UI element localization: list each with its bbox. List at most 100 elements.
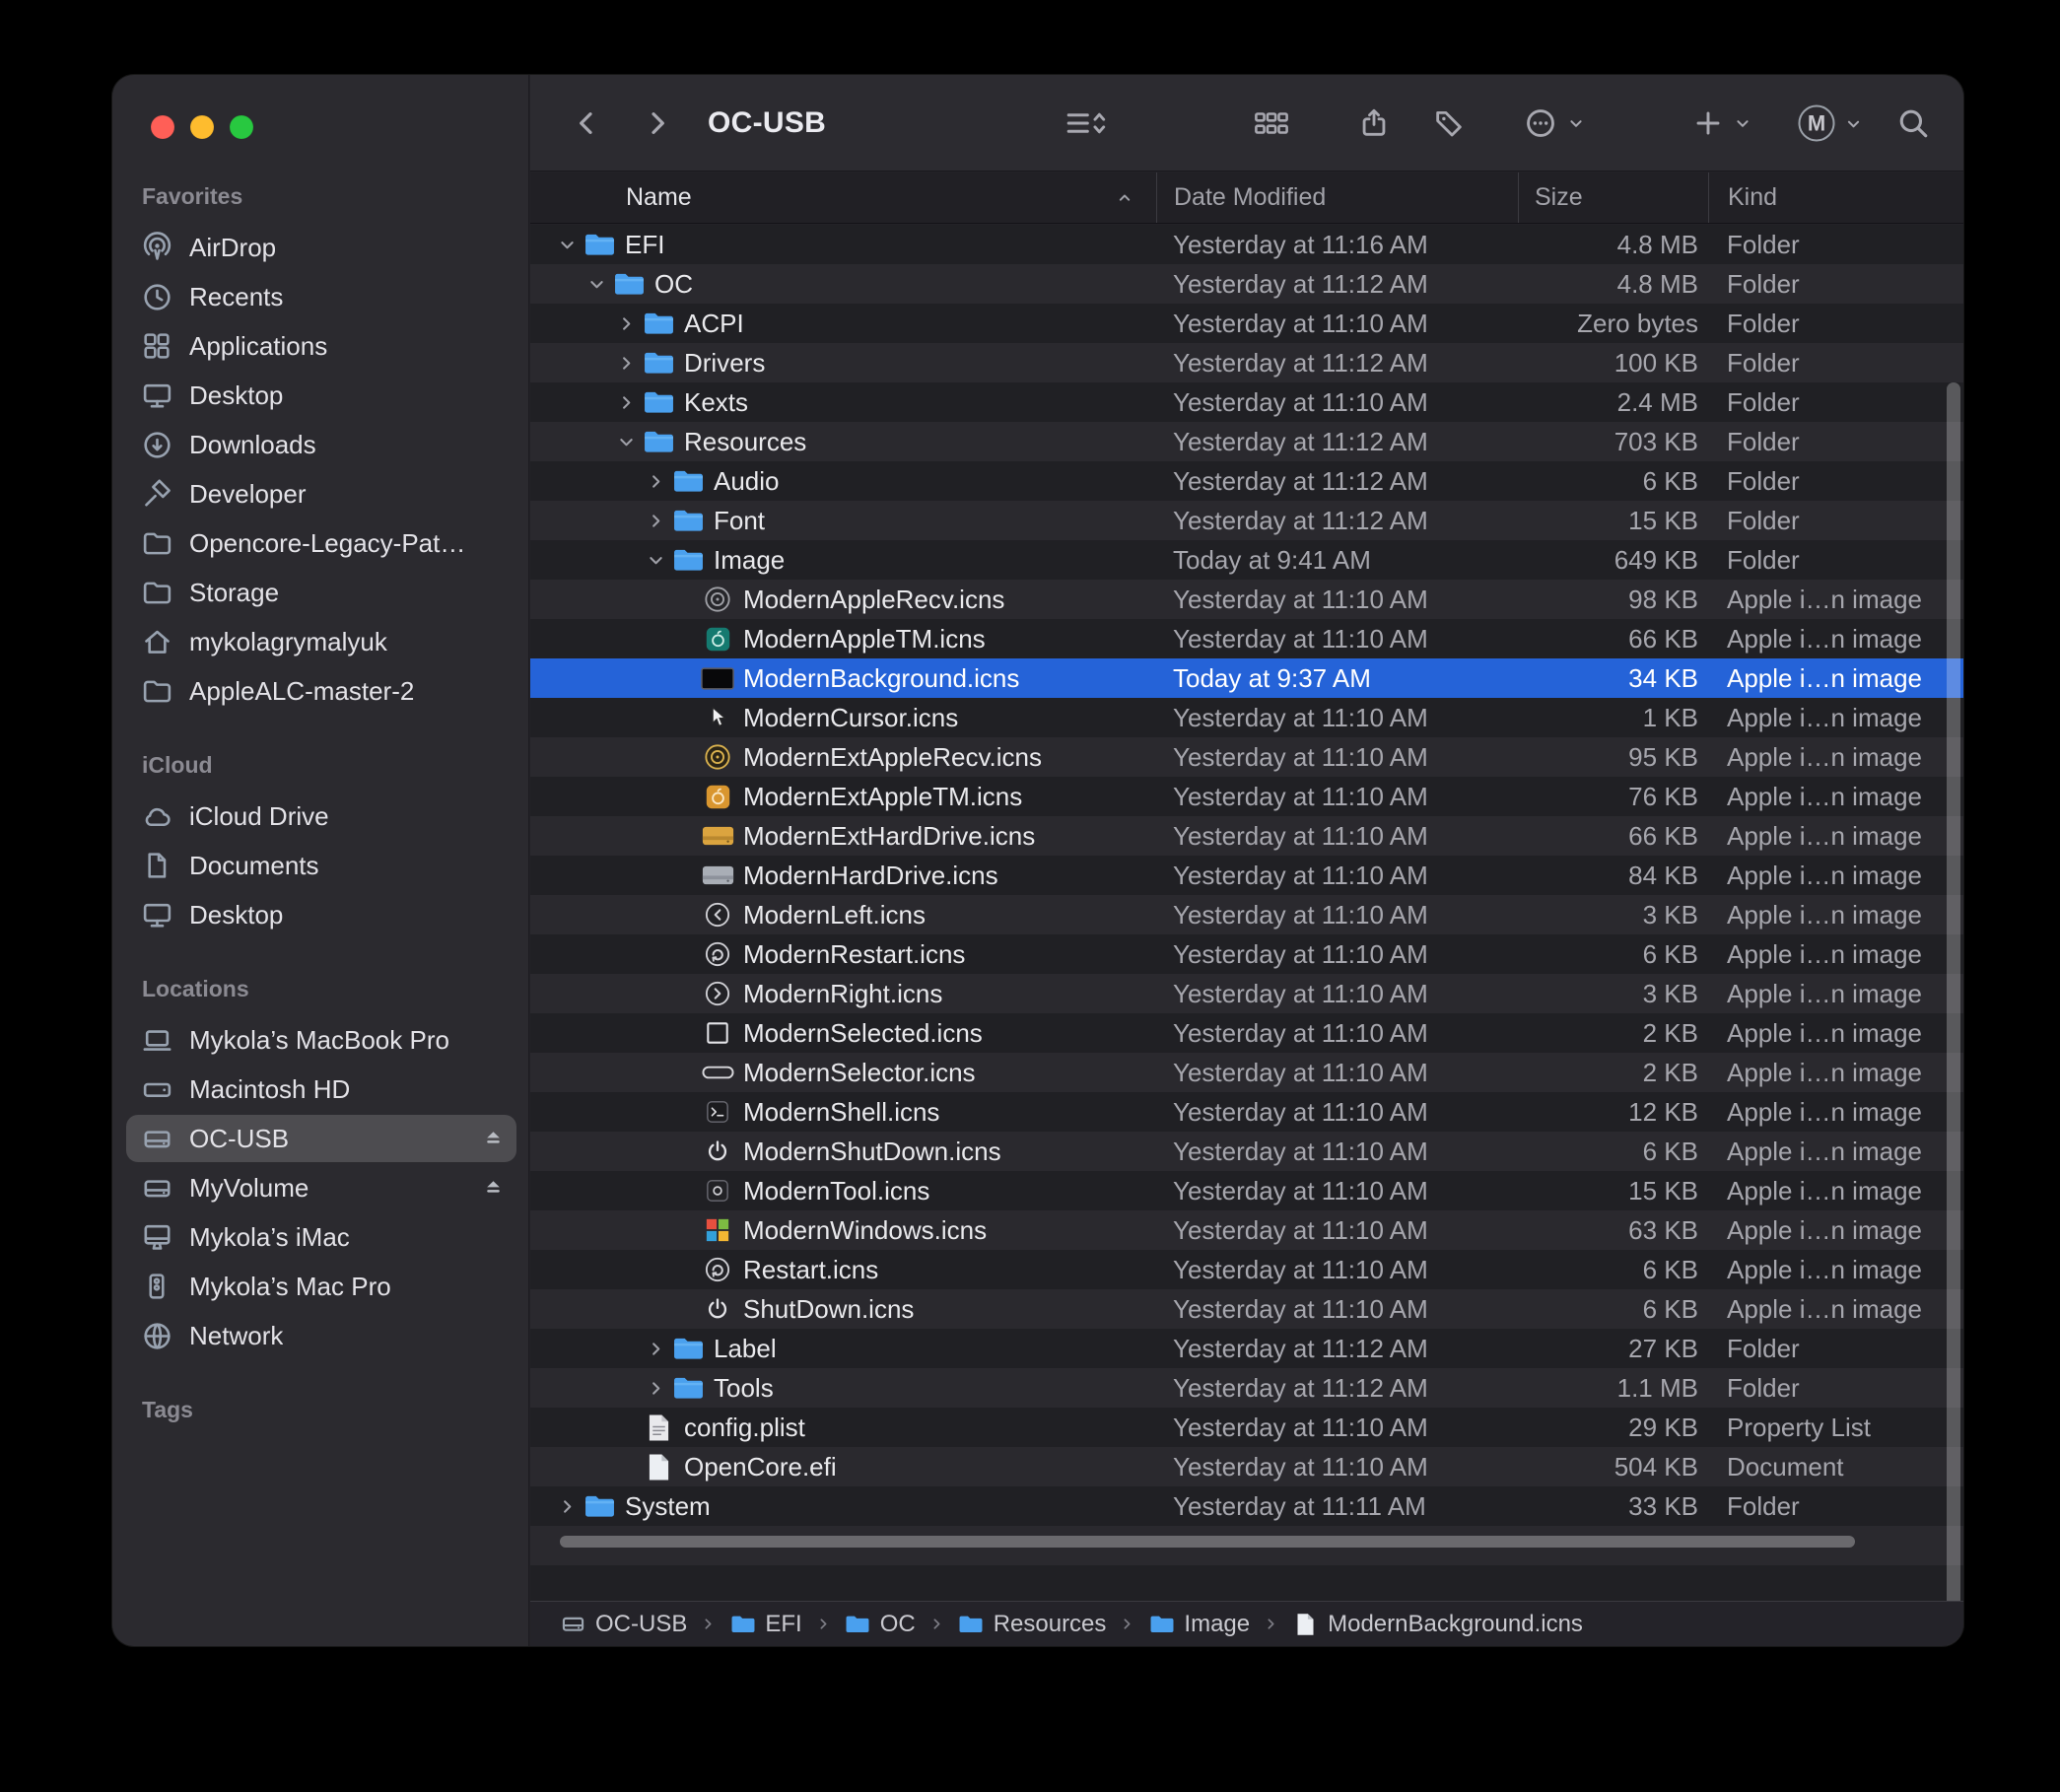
- table-row[interactable]: SystemYesterday at 11:11 AM33 KBFolder: [530, 1486, 1963, 1526]
- forward-button[interactable]: [642, 107, 673, 139]
- table-row[interactable]: ModernExtAppleRecv.icnsYesterday at 11:1…: [530, 737, 1963, 777]
- table-row[interactable]: ModernRight.icnsYesterday at 11:10 AM3 K…: [530, 974, 1963, 1013]
- sidebar-item-mykolagrymalyuk[interactable]: mykolagrymalyuk: [126, 618, 516, 665]
- disclosure-chevron-icon[interactable]: [554, 1497, 580, 1516]
- table-row[interactable]: ModernExtAppleTM.icnsYesterday at 11:10 …: [530, 777, 1963, 816]
- sidebar-item-opencore-legacy-pat[interactable]: Opencore-Legacy-Pat…: [126, 519, 516, 567]
- table-row[interactable]: DriversYesterday at 11:12 AM100 KBFolder: [530, 343, 1963, 382]
- table-row[interactable]: ModernAppleTM.icnsYesterday at 11:10 AM6…: [530, 619, 1963, 658]
- network-icon: [140, 1319, 173, 1352]
- table-row[interactable]: ModernRestart.icnsYesterday at 11:10 AM6…: [530, 934, 1963, 974]
- disclosure-chevron-icon[interactable]: [643, 472, 668, 491]
- table-row[interactable]: AudioYesterday at 11:12 AM6 KBFolder: [530, 461, 1963, 501]
- column-header-kind[interactable]: Kind: [1708, 172, 1963, 223]
- zoom-button[interactable]: [230, 115, 253, 139]
- account-button[interactable]: M: [1799, 105, 1865, 142]
- table-row[interactable]: ModernBackground.icnsToday at 9:37 AM34 …: [530, 658, 1963, 698]
- sidebar-item-storage[interactable]: Storage: [126, 569, 516, 616]
- add-button[interactable]: [1692, 107, 1753, 139]
- table-row[interactable]: OCYesterday at 11:12 AM4.8 MBFolder: [530, 264, 1963, 304]
- group-by-button[interactable]: [1253, 107, 1290, 140]
- eject-icon[interactable]: [480, 1175, 507, 1202]
- disclosure-chevron-icon[interactable]: [554, 236, 580, 254]
- table-row[interactable]: ToolsYesterday at 11:12 AM1.1 MBFolder: [530, 1368, 1963, 1408]
- disclosure-chevron-icon[interactable]: [643, 1379, 668, 1398]
- disclosure-chevron-icon[interactable]: [613, 354, 639, 373]
- sidebar-item-documents[interactable]: Documents: [126, 842, 516, 889]
- vertical-scrollbar[interactable]: [1947, 382, 1960, 1646]
- table-row[interactable]: ModernSelected.icnsYesterday at 11:10 AM…: [530, 1013, 1963, 1053]
- sidebar-item-airdrop[interactable]: AirDrop: [126, 224, 516, 271]
- sidebar-item-mykola-s-macbook-pro[interactable]: Mykola’s MacBook Pro: [126, 1016, 516, 1064]
- sidebar-item-mykola-s-imac[interactable]: Mykola’s iMac: [126, 1213, 516, 1261]
- sidebar-section: Tags: [126, 1361, 516, 1435]
- breadcrumb-item[interactable]: Resources: [958, 1611, 1107, 1638]
- table-row[interactable]: ImageToday at 9:41 AM649 KBFolder: [530, 540, 1963, 580]
- table-row[interactable]: ShutDown.icnsYesterday at 11:10 AM6 KBAp…: [530, 1289, 1963, 1329]
- disclosure-chevron-icon[interactable]: [613, 433, 639, 451]
- close-button[interactable]: [151, 115, 174, 139]
- disclosure-chevron-icon[interactable]: [613, 314, 639, 333]
- clock-icon: [140, 280, 173, 313]
- table-row[interactable]: ModernHardDrive.icnsYesterday at 11:10 A…: [530, 856, 1963, 895]
- eject-icon[interactable]: [480, 1126, 507, 1152]
- table-row[interactable]: ModernSelector.icnsYesterday at 11:10 AM…: [530, 1053, 1963, 1092]
- folder-icon: [580, 232, 619, 258]
- table-row[interactable]: ModernCursor.icnsYesterday at 11:10 AM1 …: [530, 698, 1963, 737]
- tag-button[interactable]: [1432, 106, 1466, 140]
- table-row[interactable]: EFIYesterday at 11:16 AM4.8 MBFolder: [530, 225, 1963, 264]
- table-row[interactable]: config.plistYesterday at 11:10 AM29 KBPr…: [530, 1408, 1963, 1447]
- sidebar-item-desktop[interactable]: Desktop: [126, 372, 516, 419]
- column-header-size[interactable]: Size: [1518, 172, 1708, 223]
- breadcrumb-item[interactable]: OC-USB: [560, 1611, 687, 1638]
- disclosure-chevron-icon[interactable]: [584, 275, 609, 294]
- table-row[interactable]: Restart.icnsYesterday at 11:10 AM6 KBApp…: [530, 1250, 1963, 1289]
- sidebar-item-downloads[interactable]: Downloads: [126, 421, 516, 468]
- sidebar-item-applealc-master-2[interactable]: AppleALC-master-2: [126, 667, 516, 715]
- table-row[interactable]: ModernShell.icnsYesterday at 11:10 AM12 …: [530, 1092, 1963, 1132]
- column-header-date-modified[interactable]: Date Modified: [1156, 172, 1518, 223]
- breadcrumb-item[interactable]: EFI: [729, 1611, 801, 1638]
- table-row[interactable]: OpenCore.efiYesterday at 11:10 AM504 KBD…: [530, 1447, 1963, 1486]
- sidebar-item-desktop[interactable]: Desktop: [126, 891, 516, 938]
- disclosure-chevron-icon[interactable]: [643, 1340, 668, 1358]
- disclosure-chevron-icon[interactable]: [643, 551, 668, 570]
- table-row[interactable]: ModernTool.icnsYesterday at 11:10 AM15 K…: [530, 1171, 1963, 1210]
- file-name-cell: ModernAppleRecv.icns: [530, 580, 1156, 619]
- table-row[interactable]: KextsYesterday at 11:10 AM2.4 MBFolder: [530, 382, 1963, 422]
- view-mode-button[interactable]: [1064, 106, 1108, 140]
- sidebar-item-myvolume[interactable]: MyVolume: [126, 1164, 516, 1211]
- breadcrumb-item[interactable]: ModernBackground.icns: [1292, 1611, 1583, 1638]
- share-button[interactable]: [1357, 106, 1391, 140]
- sidebar-item-macintosh-hd[interactable]: Macintosh HD: [126, 1066, 516, 1113]
- table-row[interactable]: ModernLeft.icnsYesterday at 11:10 AM3 KB…: [530, 895, 1963, 934]
- horizontal-scrollbar[interactable]: [560, 1536, 1855, 1548]
- column-header-name[interactable]: Name: [530, 172, 1156, 223]
- table-row[interactable]: FontYesterday at 11:12 AM15 KBFolder: [530, 501, 1963, 540]
- disclosure-chevron-icon[interactable]: [613, 393, 639, 412]
- table-row[interactable]: ModernAppleRecv.icnsYesterday at 11:10 A…: [530, 580, 1963, 619]
- sidebar-item-icloud-drive[interactable]: iCloud Drive: [126, 793, 516, 840]
- sidebar-item-mykola-s-mac-pro[interactable]: Mykola’s Mac Pro: [126, 1263, 516, 1310]
- search-button[interactable]: [1896, 106, 1930, 140]
- sidebar-item-developer[interactable]: Developer: [126, 470, 516, 517]
- table-row[interactable]: ACPIYesterday at 11:10 AMZero bytesFolde…: [530, 304, 1963, 343]
- table-row[interactable]: ResourcesYesterday at 11:12 AM703 KBFold…: [530, 422, 1963, 461]
- table-row[interactable]: LabelYesterday at 11:12 AM27 KBFolder: [530, 1329, 1963, 1368]
- sidebar-item-oc-usb[interactable]: OC-USB: [126, 1115, 516, 1162]
- back-button[interactable]: [571, 107, 602, 139]
- sidebar-item-network[interactable]: Network: [126, 1312, 516, 1359]
- disclosure-chevron-icon[interactable]: [643, 512, 668, 530]
- sidebar-item-recents[interactable]: Recents: [126, 273, 516, 320]
- table-row[interactable]: ModernExtHardDrive.icnsYesterday at 11:1…: [530, 816, 1963, 856]
- breadcrumb-item[interactable]: Image: [1148, 1611, 1250, 1638]
- table-row[interactable]: ModernShutDown.icnsYesterday at 11:10 AM…: [530, 1132, 1963, 1171]
- minimize-button[interactable]: [190, 115, 214, 139]
- sidebar-item-applications[interactable]: Applications: [126, 322, 516, 370]
- more-actions-button[interactable]: [1524, 106, 1587, 140]
- file-name-cell: ModernShutDown.icns: [530, 1132, 1156, 1171]
- file-name-cell: Restart.icns: [530, 1250, 1156, 1289]
- table-row[interactable]: ModernWindows.icnsYesterday at 11:10 AM6…: [530, 1210, 1963, 1250]
- date-modified: Yesterday at 11:10 AM: [1156, 1255, 1518, 1285]
- breadcrumb-item[interactable]: OC: [845, 1611, 916, 1638]
